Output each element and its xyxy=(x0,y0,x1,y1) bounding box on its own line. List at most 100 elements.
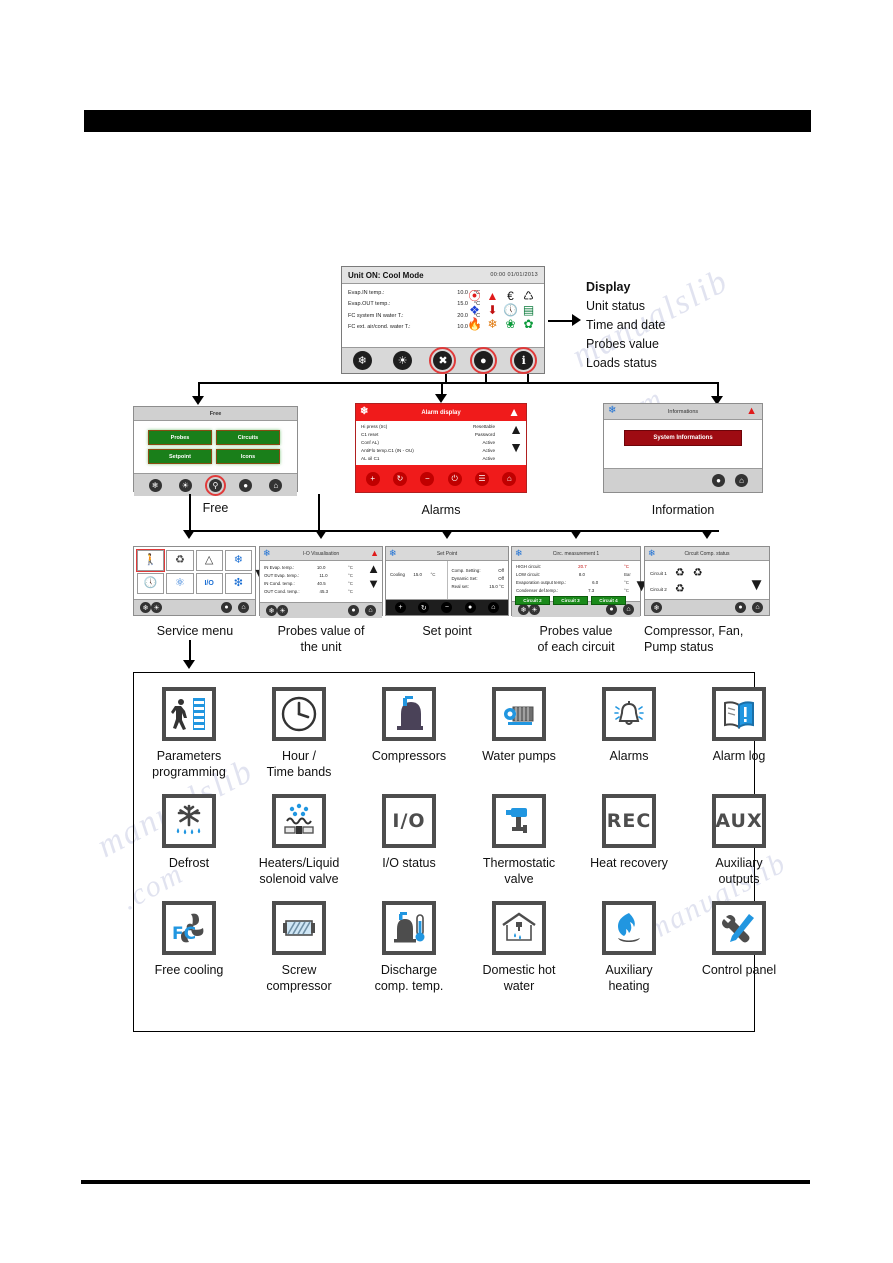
heat-icon[interactable]: ☀ xyxy=(277,605,288,616)
bell-icon[interactable]: ● xyxy=(348,605,359,616)
compressor-status-panel[interactable]: ❄ Circuit Comp. status Circuit 1 ♻ ♻ Cir… xyxy=(644,546,770,616)
information-panel[interactable]: ❄ Informations ▲ System Informations ● ⌂ xyxy=(603,403,763,493)
grid-item-auxiliary-heating[interactable]: Auxiliary heating xyxy=(574,887,684,994)
label-line: outputs xyxy=(718,872,760,886)
heat-mode-button[interactable]: ☀ xyxy=(393,351,413,370)
icon-grid-row: Defrost Heaters/Liquid solenoid valve I/… xyxy=(134,780,766,887)
home-icon[interactable]: ⌂ xyxy=(238,602,249,613)
grid-item-control-panel[interactable]: Control panel xyxy=(684,887,794,994)
log-button[interactable]: ☰ xyxy=(474,471,489,486)
grid-item-defrost[interactable]: Defrost xyxy=(134,780,244,887)
free-setpoint-button[interactable]: Setpoint xyxy=(148,449,212,464)
alarms-icon[interactable]: △ xyxy=(195,550,223,571)
scroll-down-icon[interactable]: ▼ xyxy=(367,577,380,590)
bell-icon[interactable]: ● xyxy=(239,478,253,492)
plus-button[interactable]: + xyxy=(365,471,380,486)
probe-unit-title: ❄ I-O Visualisation ▲ xyxy=(260,547,382,561)
probe-value: 20.7 xyxy=(578,564,587,569)
bell-icon[interactable]: ● xyxy=(735,602,746,613)
free-probes-button[interactable]: Probes xyxy=(148,430,212,445)
bell-icon[interactable]: ● xyxy=(712,474,725,487)
home-icon[interactable]: ⌂ xyxy=(269,478,283,492)
probe-unit-panel[interactable]: ❄ I-O Visualisation ▲ IN Evap. temp.: 10… xyxy=(259,546,383,618)
alarms-button[interactable]: ● xyxy=(469,347,497,374)
caption-line: Pump status xyxy=(644,640,714,654)
pump-icon[interactable]: ⚛ xyxy=(166,573,194,594)
grid-item-heat-recovery[interactable]: REC Heat recovery xyxy=(574,780,684,887)
arrow-to-setpoint xyxy=(441,530,453,539)
grid-item-water-pumps[interactable]: Water pumps xyxy=(464,673,574,780)
bell-icon[interactable]: ● xyxy=(464,602,476,613)
defrost-icon: ⦿ xyxy=(468,288,481,303)
scroll-down-icon[interactable]: ▼ xyxy=(509,440,523,454)
reset-button[interactable]: ↻ xyxy=(418,602,430,613)
service-menu-panel[interactable]: 🚶 ♻ △ ❄ 🕔 ⚛ I/O ❇ ▼ ❄ ☀ ● ⌂ xyxy=(133,546,268,616)
defrost-icon[interactable]: ❄ xyxy=(224,550,252,571)
grid-item-screw-compressor[interactable]: Screw compressor xyxy=(244,887,354,994)
grid-item-thermostatic-valve[interactable]: Thermostatic valve xyxy=(464,780,574,887)
cool-icon[interactable]: ❄ xyxy=(140,602,151,613)
wrench-icon[interactable]: ⚲ xyxy=(204,474,226,496)
grid-item-alarms[interactable]: Alarms xyxy=(574,673,684,780)
alarm-panel[interactable]: ❄ Alarm display ▲ Hi press (trc) Resetta… xyxy=(355,403,527,493)
home-button[interactable]: ⌂ xyxy=(502,471,517,486)
probe-value: 11.0 xyxy=(319,573,328,578)
grid-item-hour-time-bands[interactable]: Hour / Time bands xyxy=(244,673,354,780)
cool-icon[interactable]: ❄ xyxy=(651,602,662,613)
scroll-up-icon[interactable]: ▲ xyxy=(509,422,523,436)
home-icon[interactable]: ⌂ xyxy=(487,602,499,613)
free-circuits-button[interactable]: Circuits xyxy=(216,430,280,445)
minus-button[interactable]: − xyxy=(420,471,435,486)
grid-item-free-cooling[interactable]: FC Free cooling xyxy=(134,887,244,994)
grid-label: Alarms xyxy=(574,748,684,764)
label-line: Defrost xyxy=(168,856,210,870)
parameters-icon[interactable]: 🚶 xyxy=(135,549,166,572)
circuit-3-badge[interactable]: Circuit 3 xyxy=(553,596,588,605)
information-button[interactable]: ℹ xyxy=(510,347,538,374)
alarm-name: Hi press (trc) xyxy=(361,424,388,429)
clock-icon[interactable]: 🕔 xyxy=(137,573,165,594)
setpoint-panel[interactable]: ❄ Set Point Cooling 15.0 °C Comp. Settin… xyxy=(385,546,509,616)
power-button[interactable]: ⏻ xyxy=(447,471,462,486)
free-panel[interactable]: Free Probes Circuits Setpoint Icons ❄ ☀ … xyxy=(133,406,298,496)
grid-item-parameters-programming[interactable]: Parameters programming xyxy=(134,673,244,780)
home-icon[interactable]: ⌂ xyxy=(735,474,748,487)
freecooling-icon[interactable]: ❇ xyxy=(224,573,252,594)
rec-text: REC xyxy=(606,810,652,832)
home-icon[interactable]: ⌂ xyxy=(752,602,763,613)
grid-item-compressors[interactable]: Compressors xyxy=(354,673,464,780)
home-icon[interactable]: ⌂ xyxy=(365,605,376,616)
heat-icon[interactable]: ☀ xyxy=(178,478,192,492)
scroll-up-icon[interactable]: ▲ xyxy=(367,562,380,575)
grid-item-discharge-temp[interactable]: Discharge comp. temp. xyxy=(354,887,464,994)
service-menu-button[interactable]: ✖ xyxy=(429,347,457,374)
status-icon-grid: ⦿ ▲ € ♺ ❖ ⬇ 🕔 ▤ 🔥 ❄ ❀ ✿ xyxy=(467,289,541,331)
system-informations-button[interactable]: System Informations xyxy=(624,430,742,446)
minus-button[interactable]: − xyxy=(441,602,453,613)
bell-icon[interactable]: ● xyxy=(221,602,232,613)
probe-label: Evap.IN temp.: xyxy=(348,289,385,296)
grid-item-domestic-hot-water[interactable]: Domestic hot water xyxy=(464,887,574,994)
cool-icon[interactable]: ❄ xyxy=(148,478,162,492)
grid-item-auxiliary-outputs[interactable]: AUX Auxiliary outputs xyxy=(684,780,794,887)
heat-icon[interactable]: ☀ xyxy=(151,602,162,613)
grid-item-io-status[interactable]: I/O I/O status xyxy=(354,780,464,887)
io-icon[interactable]: I/O xyxy=(195,573,223,594)
cool-mode-button[interactable]: ❄ xyxy=(352,351,372,370)
reset-button[interactable]: ↻ xyxy=(392,471,407,486)
free-icons-button[interactable]: Icons xyxy=(216,449,280,464)
grid-label: Auxiliary heating xyxy=(574,962,684,994)
compressor-icon[interactable]: ♻ xyxy=(166,550,194,571)
grid-label: Heaters/Liquid solenoid valve xyxy=(244,855,354,887)
grid-item-heaters-solenoid[interactable]: Heaters/Liquid solenoid valve xyxy=(244,780,354,887)
circuit-4-badge[interactable]: Circuit 4 xyxy=(591,596,626,605)
grid-item-alarm-log[interactable]: Alarm log xyxy=(684,673,794,780)
main-display-panel[interactable]: Unit ON: Cool Mode 00:00 01/01/2013 Evap… xyxy=(341,266,545,374)
scroll-down-icon[interactable]: ▼ xyxy=(748,576,765,593)
probe-unit-rows: IN Evap. temp.: 10.0 °C OUT Evap. temp.:… xyxy=(260,561,382,602)
cool-icon[interactable]: ❄ xyxy=(266,605,277,616)
circuit-probe-panel[interactable]: ❄ Circ. measurement 1 HIGH circuit: 20.7… xyxy=(511,546,650,617)
label-line: solenoid valve xyxy=(259,872,339,886)
plus-button[interactable]: + xyxy=(395,602,407,613)
circuit-2-badge[interactable]: Circuit 2 xyxy=(515,596,550,605)
